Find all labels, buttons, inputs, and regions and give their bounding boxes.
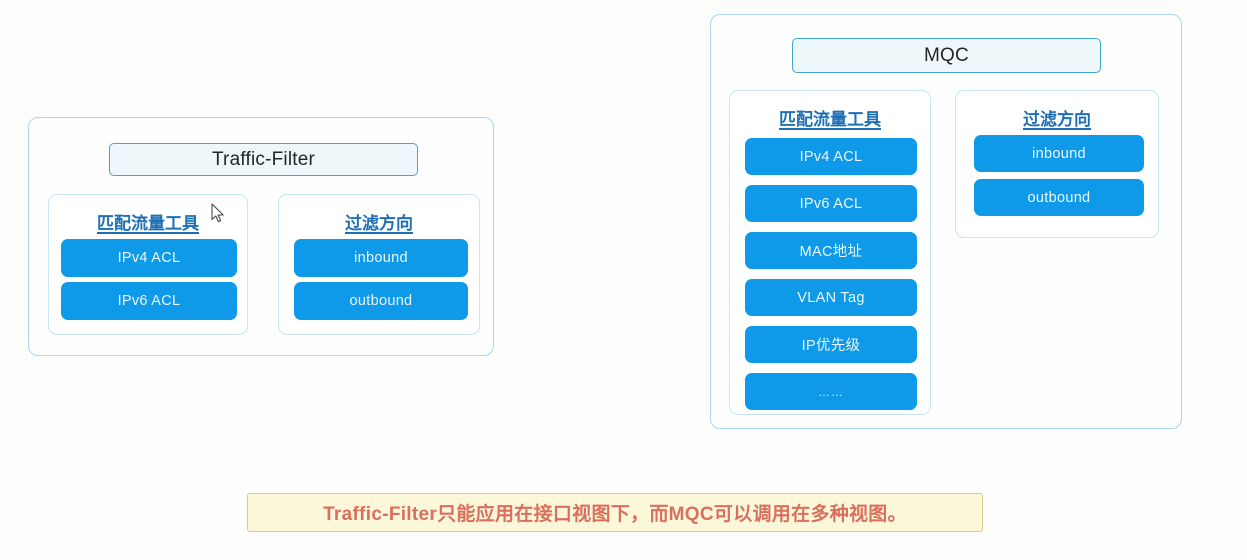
- traffic-filter-tools-heading: 匹配流量工具: [97, 214, 199, 233]
- mqc-tools-heading: 匹配流量工具: [779, 110, 881, 129]
- mqc-direction-outbound[interactable]: outbound: [974, 179, 1144, 216]
- mqc-tools-panel: 匹配流量工具 IPv4 ACL IPv6 ACL MAC地址 VLAN Tag …: [729, 90, 931, 415]
- mqc-tool-ip-precedence[interactable]: IP优先级: [745, 326, 917, 363]
- traffic-filter-direction-panel: 过滤方向 inbound outbound: [278, 194, 480, 335]
- mqc-tool-ipv4-acl[interactable]: IPv4 ACL: [745, 138, 917, 175]
- mqc-tool-mac-address[interactable]: MAC地址: [745, 232, 917, 269]
- mqc-tool-ipv6-acl[interactable]: IPv6 ACL: [745, 185, 917, 222]
- traffic-filter-tools-panel: 匹配流量工具 IPv4 ACL IPv6 ACL: [48, 194, 248, 335]
- traffic-filter-tool-ipv6-acl[interactable]: IPv6 ACL: [61, 282, 237, 320]
- traffic-filter-title-chip: Traffic-Filter: [109, 143, 418, 176]
- mqc-tool-vlan-tag[interactable]: VLAN Tag: [745, 279, 917, 316]
- summary-caption: Traffic-Filter只能应用在接口视图下，而MQC可以调用在多种视图。: [247, 493, 983, 532]
- traffic-filter-tool-ipv4-acl[interactable]: IPv4 ACL: [61, 239, 237, 277]
- mqc-direction-panel: 过滤方向 inbound outbound: [955, 90, 1159, 238]
- traffic-filter-direction-heading: 过滤方向: [345, 214, 413, 233]
- mqc-title-chip: MQC: [792, 38, 1101, 73]
- mqc-tool-more[interactable]: ……: [745, 373, 917, 410]
- mqc-direction-heading: 过滤方向: [1023, 110, 1091, 129]
- traffic-filter-direction-inbound[interactable]: inbound: [294, 239, 468, 277]
- diagram-canvas: Traffic-Filter 匹配流量工具 IPv4 ACL IPv6 ACL …: [0, 0, 1247, 560]
- mqc-direction-inbound[interactable]: inbound: [974, 135, 1144, 172]
- traffic-filter-direction-outbound[interactable]: outbound: [294, 282, 468, 320]
